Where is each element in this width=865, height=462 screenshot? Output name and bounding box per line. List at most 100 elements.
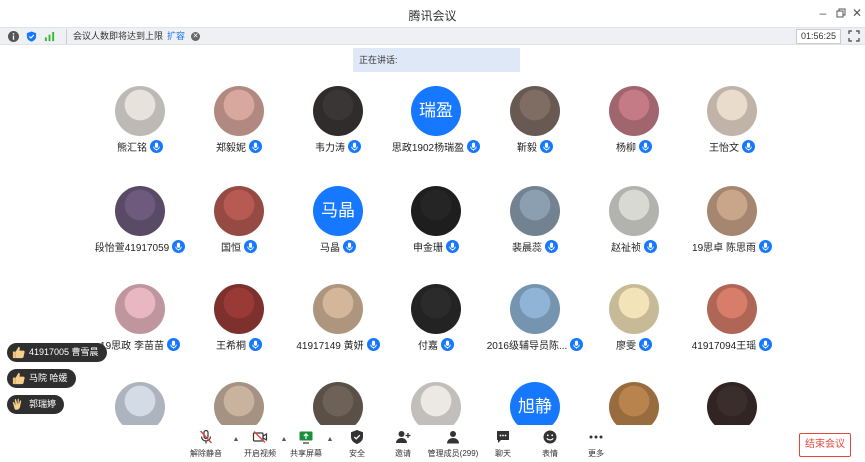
close-button[interactable]: ✕: [847, 3, 865, 23]
avatar: [115, 284, 165, 334]
chat-button[interactable]: 聊天: [481, 429, 525, 461]
window-title: 腾讯会议: [408, 9, 457, 23]
participant-name: 王怡文: [709, 143, 739, 154]
avatar: [510, 86, 560, 136]
camera-off-icon: [252, 431, 268, 443]
participant-name: 裴晨蕊: [512, 243, 542, 254]
start-video-label: 开启视频: [244, 449, 276, 458]
share-screen-label: 共享屏幕: [290, 449, 322, 458]
emoji-button[interactable]: 表情: [528, 429, 572, 461]
participant-name: 国恒: [221, 243, 241, 254]
info-bar: 会议人数即将达到上限 扩容 ✕ 01:56:25: [0, 27, 865, 45]
chat-bubble-icon: [497, 431, 509, 443]
participant-name: 韦力涛: [315, 143, 345, 154]
chat-label: 聊天: [495, 449, 511, 458]
participant-name-row: 41917094王瑶: [652, 337, 812, 352]
reaction-item: 41917005 曹雪晨: [7, 343, 107, 362]
security-shield-icon: [351, 430, 363, 444]
info-icon[interactable]: [8, 31, 19, 42]
mic-icon: [639, 140, 652, 153]
avatar: [411, 186, 461, 236]
avatar: [510, 186, 560, 236]
participant-name-row: 19思卓 陈思雨: [652, 239, 812, 254]
manage-members-label: 管理成员(299): [427, 449, 479, 458]
avatar: [214, 284, 264, 334]
participant-tile[interactable]: 19思卓 陈思雨: [682, 186, 782, 261]
fullscreen-icon[interactable]: [848, 30, 860, 42]
clap-icon: [11, 397, 26, 412]
avatar: [609, 86, 659, 136]
share-screen-button[interactable]: 共享屏幕: [284, 429, 328, 461]
members-icon: [447, 431, 459, 444]
participant-name: 19思卓 陈思雨: [692, 243, 756, 254]
mic-muted-icon: [199, 429, 213, 444]
share-options-caret[interactable]: ▲: [326, 436, 334, 444]
participant-name: 杨柳: [616, 143, 636, 154]
participant-name: 郑毅妮: [216, 143, 246, 154]
manage-members-button[interactable]: 管理成员(299): [424, 429, 482, 461]
participant-name: 马晶: [320, 243, 340, 254]
thumbs-up-icon: [11, 371, 26, 386]
avatar: [609, 284, 659, 334]
shield-icon[interactable]: [26, 31, 37, 42]
avatar: [115, 186, 165, 236]
emoji-icon: [543, 430, 557, 444]
avatar: [707, 86, 757, 136]
mic-icon: [343, 240, 356, 253]
participant-name: 41917149 黄妍: [296, 341, 364, 352]
invite-label: 邀请: [395, 449, 411, 458]
notice-text: 会议人数即将达到上限: [73, 31, 164, 41]
mic-icon: [441, 338, 454, 351]
avatar: [214, 86, 264, 136]
emoji-label: 表情: [542, 449, 558, 458]
reaction-label: 马院 哈媛: [29, 373, 68, 383]
expand-capacity-link[interactable]: 扩容: [167, 31, 185, 41]
invite-user-icon: [396, 431, 411, 443]
participant-tile[interactable]: 41917094王瑶: [682, 284, 782, 359]
participant-name: 思政1902杨瑞盈: [391, 143, 465, 154]
avatar: 马晶: [313, 186, 363, 236]
avatar: [707, 284, 757, 334]
mic-icon: [742, 140, 755, 153]
participant-name: 靳毅: [517, 143, 537, 154]
close-notice-icon[interactable]: ✕: [191, 32, 200, 41]
participant-name: 王希桐: [216, 341, 246, 352]
avatar: 瑞盈: [411, 86, 461, 136]
avatar: [609, 186, 659, 236]
security-label: 安全: [349, 449, 365, 458]
participant-name: 付嘉: [418, 341, 438, 352]
more-button[interactable]: 更多: [574, 429, 618, 461]
participant-name: 赵祉祯: [611, 243, 641, 254]
unmute-label: 解除静音: [190, 449, 222, 458]
restore-icon: [836, 8, 846, 18]
participant-name: 19思政 李苗苗: [100, 341, 164, 352]
participant-tile[interactable]: 王怡文: [682, 86, 782, 161]
avatar: [313, 86, 363, 136]
participant-name: 熊汇铭: [117, 143, 147, 154]
participant-name: 廖雯: [616, 341, 636, 352]
share-screen-icon: [299, 431, 313, 444]
unmute-button[interactable]: 解除静音: [184, 429, 228, 461]
participant-name: 申金珊: [413, 243, 443, 254]
reaction-label: 郭瑞婷: [29, 399, 57, 409]
meeting-timer: 01:56:25: [795, 29, 841, 44]
more-label: 更多: [588, 449, 604, 458]
mic-icon: [639, 338, 652, 351]
security-button[interactable]: 安全: [335, 429, 379, 461]
capacity-notice: 会议人数即将达到上限 扩容 ✕: [66, 29, 206, 44]
title-bar: 腾讯会议 – ✕: [0, 0, 865, 27]
mic-icon: [540, 140, 553, 153]
start-video-button[interactable]: 开启视频: [238, 429, 282, 461]
avatar: [313, 284, 363, 334]
end-meeting-button[interactable]: 结束会议: [799, 433, 851, 457]
mic-icon: [759, 338, 773, 351]
avatar: [707, 186, 757, 236]
avatar: [411, 284, 461, 334]
meeting-window: 腾讯会议 – ✕ 会议人数即将达到上限 扩容 ✕ 01:56:25 正在讲话: 熊…: [0, 0, 865, 462]
speaking-indicator: 正在讲话:: [353, 48, 520, 72]
invite-button[interactable]: 邀请: [381, 429, 425, 461]
signal-icon[interactable]: [44, 31, 55, 42]
reaction-label: 41917005 曹雪晨: [29, 347, 99, 357]
reaction-item: 郭瑞婷: [7, 395, 65, 414]
minimize-button[interactable]: –: [813, 3, 833, 23]
